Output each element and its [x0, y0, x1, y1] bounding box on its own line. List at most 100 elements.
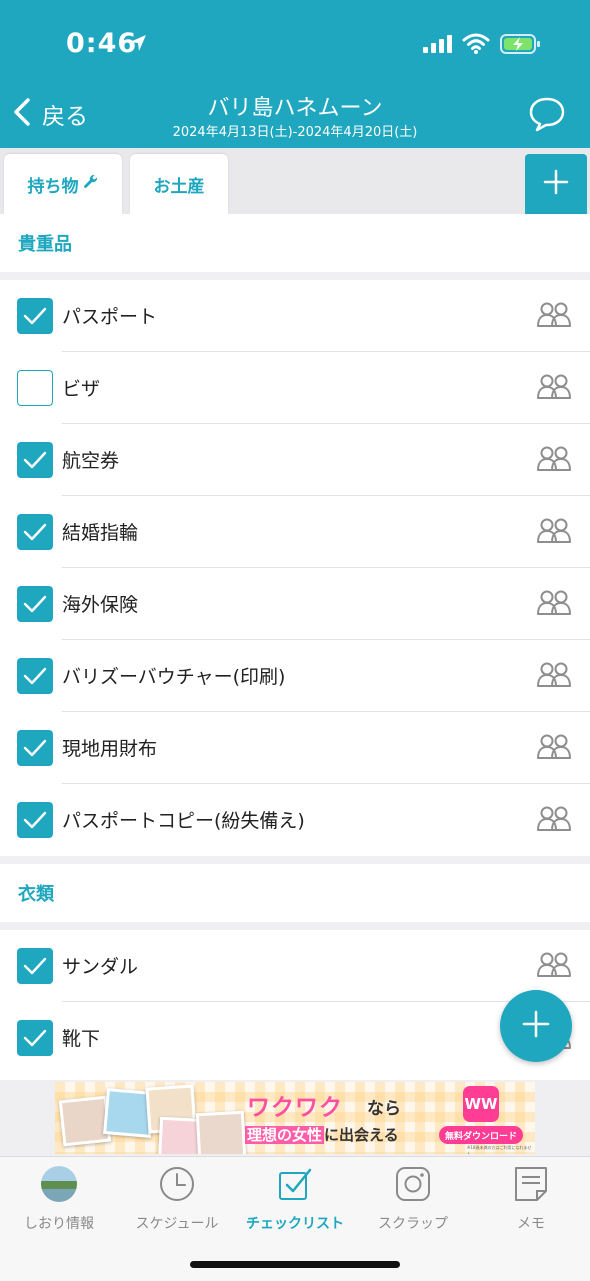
nav-scrap[interactable]: スクラップ	[354, 1165, 472, 1235]
checklist-item-label: 海外保険	[62, 594, 139, 616]
section-divider	[0, 922, 590, 930]
trip-dates: 2024年4月13日(土)-2024年4月20日(土)	[172, 125, 418, 140]
chat-bubble-icon	[528, 97, 566, 136]
ad-tagline: 理想の女性 に出会える	[245, 1124, 399, 1145]
people-icon[interactable]	[536, 302, 572, 332]
checkmark-icon	[23, 957, 47, 975]
nav-label: メモ	[517, 1216, 545, 1232]
wifi-icon	[462, 32, 490, 58]
checklist-item[interactable]: バリズーバウチャー(印刷)	[0, 640, 590, 712]
status-time: 0:46	[66, 28, 138, 59]
ad-app-logo: WW	[463, 1086, 499, 1122]
checkbox-checked[interactable]	[17, 802, 53, 838]
checkbox-checked[interactable]	[17, 514, 53, 550]
camera-icon	[394, 1165, 432, 1207]
section-divider	[0, 272, 590, 280]
nav-memo[interactable]: メモ	[472, 1165, 590, 1235]
battery-charging-icon	[500, 33, 542, 59]
ad-brand: ワクワク	[247, 1095, 343, 1121]
trip-cover-avatar	[40, 1165, 78, 1207]
checklist-item-label: パスポートコピー(紛失備え)	[62, 810, 305, 832]
checklist-item-label: 現地用財布	[62, 738, 158, 760]
nav-label: しおり情報	[24, 1216, 94, 1232]
tab-mochimono[interactable]: 持ち物	[4, 154, 122, 214]
app-header: 戻る バリ島ハネムーン 2024年4月13日(土)-2024年4月20日(土)	[0, 86, 590, 148]
add-tab-button[interactable]	[525, 154, 587, 214]
checklist-item-label: 航空券	[62, 450, 120, 472]
section-items: パスポートビザ航空券結婚指輪海外保険バリズーバウチャー(印刷) 現地用財布パスポー…	[0, 280, 590, 856]
people-icon[interactable]	[536, 806, 572, 836]
checklist-tabs: 持ち物 お土産	[0, 148, 590, 214]
people-icon[interactable]	[536, 662, 572, 692]
clock-icon	[158, 1165, 196, 1207]
checklist-item-label: ビザ	[62, 378, 101, 400]
home-indicator	[190, 1261, 400, 1268]
checklist-icon	[276, 1165, 314, 1207]
ad-download-button[interactable]: 無料ダウンロード	[439, 1126, 523, 1144]
section-items: サンダル 靴下	[0, 930, 590, 1074]
ad-banner[interactable]: ワクワク なら 理想の女性 に出会える WW 無料ダウンロード ※18歳未満の方は…	[55, 1082, 535, 1154]
location-arrow-icon	[128, 33, 148, 57]
trip-title: バリ島ハネムーン	[207, 96, 383, 121]
nav-checklist[interactable]: チェックリスト	[236, 1165, 354, 1235]
section-divider	[0, 856, 590, 864]
checkbox-checked[interactable]	[17, 658, 53, 694]
ad-note: ※18歳未満の方はご利用になれません	[467, 1145, 532, 1154]
checkbox-checked[interactable]	[17, 586, 53, 622]
checkmark-icon	[23, 811, 47, 829]
checkmark-icon	[23, 595, 47, 613]
section-header: 衣類	[18, 884, 54, 905]
checkbox-checked[interactable]	[17, 298, 53, 334]
checklist-item[interactable]: パスポート	[0, 280, 590, 352]
checkbox-checked[interactable]	[17, 442, 53, 478]
people-icon[interactable]	[536, 374, 572, 404]
tab-label: お土産	[153, 176, 205, 197]
nav-label: スクラップ	[378, 1216, 448, 1232]
checklist-item[interactable]: パスポートコピー(紛失備え)	[0, 784, 590, 856]
plus-icon	[543, 169, 569, 199]
checkbox-checked[interactable]	[17, 730, 53, 766]
memo-icon	[512, 1165, 550, 1207]
add-item-button[interactable]	[500, 990, 572, 1062]
ad-photo	[195, 1110, 247, 1154]
ad-area: ワクワク なら 理想の女性 に出会える WW 無料ダウンロード ※18歳未満の方は…	[0, 1080, 590, 1156]
status-bar: 0:46	[0, 0, 590, 86]
people-icon[interactable]	[536, 446, 572, 476]
chat-button[interactable]	[528, 96, 566, 136]
checklist-item[interactable]: 海外保険	[0, 568, 590, 640]
checklist-item[interactable]: ビザ	[0, 352, 590, 424]
checklist-item[interactable]: 現地用財布	[0, 712, 590, 784]
people-icon[interactable]	[536, 518, 572, 548]
people-icon[interactable]	[536, 734, 572, 764]
nav-shiori-info[interactable]: しおり情報	[0, 1165, 118, 1235]
checkbox-unchecked[interactable]	[17, 370, 53, 406]
checklist-item-label: パスポート	[62, 306, 158, 328]
people-icon[interactable]	[536, 952, 572, 982]
ad-tagline-rest: に出会える	[324, 1126, 399, 1144]
tab-omiyage[interactable]: お土産	[130, 154, 228, 214]
checkmark-icon	[23, 667, 47, 685]
nav-label: スケジュール	[135, 1216, 219, 1232]
nav-label: チェックリスト	[246, 1216, 344, 1232]
people-icon[interactable]	[536, 590, 572, 620]
nav-schedule[interactable]: スケジュール	[118, 1165, 236, 1235]
checklist-item[interactable]: 結婚指輪	[0, 496, 590, 568]
checkmark-icon	[23, 451, 47, 469]
tab-label: 持ち物	[27, 176, 79, 197]
checkmark-icon	[23, 1029, 47, 1047]
checkbox-checked[interactable]	[17, 1020, 53, 1056]
checkmark-icon	[23, 739, 47, 757]
checklist-item-label: 靴下	[62, 1028, 101, 1050]
plus-icon	[522, 1010, 550, 1042]
checklist-item[interactable]: 航空券	[0, 424, 590, 496]
checklist-item[interactable]: サンダル	[0, 930, 590, 1002]
ad-nara: なら	[367, 1099, 401, 1119]
checklist[interactable]: 貴重品 パスポート ビザ 航空券 結婚指輪 海外保険 バリズーバウチャー(印刷) 現地用財布…	[0, 214, 590, 1080]
signal-icon	[423, 35, 453, 57]
checkmark-icon	[23, 523, 47, 541]
wrench-icon	[83, 174, 99, 195]
checklist-item-label: サンダル	[62, 956, 139, 978]
checklist-item-label: バリズーバウチャー(印刷)	[62, 666, 286, 688]
checkbox-checked[interactable]	[17, 948, 53, 984]
ad-tagline-highlight: 理想の女性	[245, 1126, 325, 1144]
